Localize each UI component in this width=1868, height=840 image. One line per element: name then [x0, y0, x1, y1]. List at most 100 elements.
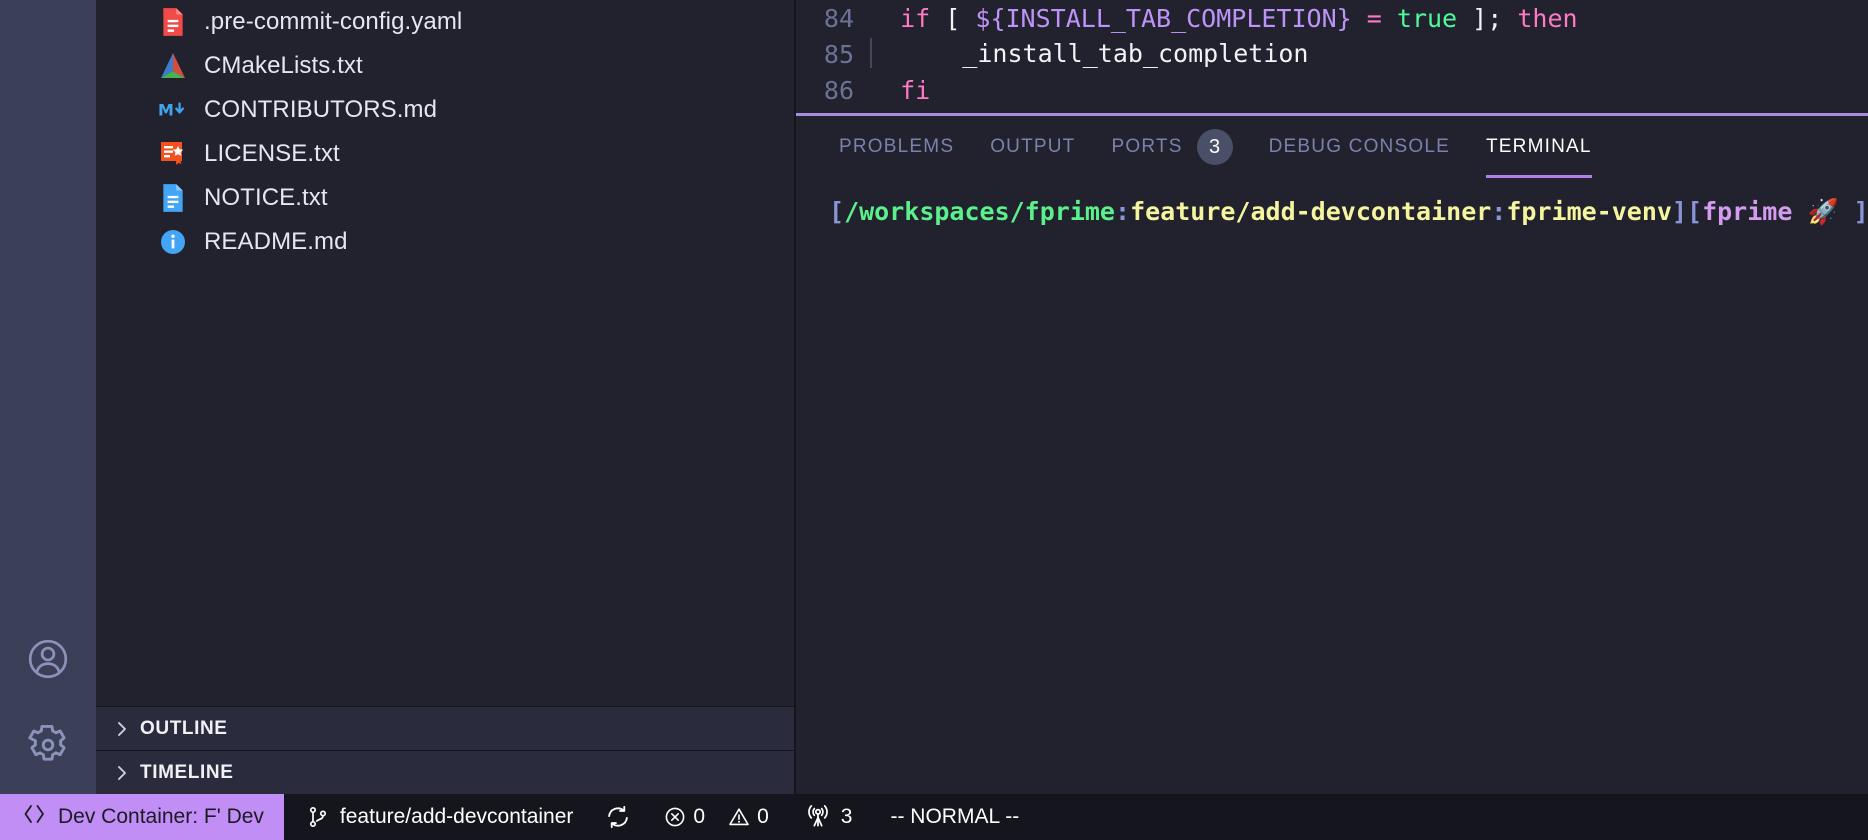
line-content: _install_tab_completion: [870, 37, 1309, 70]
code-editor[interactable]: 84 if [ ${INSTALL_TAB_COMPLETION} = true…: [796, 0, 1868, 113]
yaml-file-icon: [158, 7, 188, 37]
file-name: LICENSE.txt: [204, 140, 340, 167]
source-control-branch-icon: [306, 805, 330, 829]
list-item[interactable]: NOTICE.txt: [96, 176, 796, 220]
tab-label: TERMINAL: [1485, 136, 1592, 157]
code-token: [: [945, 3, 961, 33]
status-item-problems[interactable]: 0 0: [647, 794, 784, 840]
gear-icon[interactable]: [0, 698, 96, 794]
rocket-icon: [1792, 197, 1807, 226]
tab-label: OUTPUT: [990, 136, 1076, 157]
error-circle-icon: [663, 805, 687, 829]
sync-icon: [605, 804, 631, 830]
code-line: 84 if [ ${INSTALL_TAB_COMPLETION} = true…: [796, 0, 1868, 36]
explorer-sidebar: .pre-commit-config.yaml CMakeLists.txt M…: [96, 0, 796, 794]
panel-tab-list: PROBLEMS OUTPUT PORTS 3 DEBUG CONSOLE TE…: [796, 116, 1628, 178]
activity-bar: [0, 0, 96, 794]
file-name: CONTRIBUTORS.md: [204, 96, 438, 123]
file-name: README.md: [204, 228, 348, 255]
tab-ports[interactable]: PORTS 3: [1112, 116, 1233, 178]
tab-output[interactable]: OUTPUT: [990, 116, 1075, 178]
status-item-ports[interactable]: 3: [785, 794, 869, 840]
info-file-icon: [158, 227, 188, 257]
tab-debug-console[interactable]: DEBUG CONSOLE: [1269, 116, 1450, 178]
warning-triangle-icon: [727, 805, 751, 829]
list-item[interactable]: README.md: [96, 220, 796, 264]
cmake-file-icon: [158, 51, 188, 81]
line-content: if [ ${INSTALL_TAB_COMPLETION} = true ];…: [870, 3, 1577, 33]
code-token: =: [1366, 3, 1382, 33]
code-token: ];: [1472, 3, 1503, 33]
ports-count: 3: [840, 805, 853, 828]
status-bar: Dev Container: F' Dev feature/add-devcon…: [0, 794, 1868, 840]
sidebar-collapsed-panes: OUTLINE TIMELINE: [96, 706, 796, 794]
rocket-emoji: 🚀: [1807, 197, 1839, 226]
terminal-env: fprime: [1702, 197, 1793, 226]
indent-guide: [870, 37, 872, 68]
terminal-bracket: ]: [1853, 197, 1868, 226]
bottom-panel: PROBLEMS OUTPUT PORTS 3 DEBUG CONSOLE TE…: [796, 113, 1868, 794]
list-item[interactable]: .pre-commit-config.yaml: [96, 0, 796, 44]
tab-problems[interactable]: PROBLEMS: [839, 116, 954, 178]
error-count: 0: [693, 805, 706, 828]
markdown-file-icon: M: [158, 95, 188, 125]
tab-label: DEBUG CONSOLE: [1268, 136, 1450, 157]
line-number: 85: [823, 39, 854, 69]
account-icon[interactable]: [0, 620, 96, 698]
terminal-bracket: [: [1687, 197, 1703, 226]
status-item-remote[interactable]: Dev Container: F' Dev: [0, 794, 284, 840]
tab-label: PROBLEMS: [839, 136, 955, 157]
line-content: fi: [870, 76, 930, 105]
terminal-output[interactable]: [/workspaces/fprime:feature/add-devconta…: [796, 178, 1868, 794]
tab-label: PORTS: [1111, 136, 1183, 157]
sidebar-item-timeline[interactable]: TIMELINE: [96, 750, 796, 794]
file-name: .pre-commit-config.yaml: [204, 8, 463, 35]
terminal-bracket: [1839, 197, 1854, 226]
status-item-editor-mode[interactable]: -- NORMAL --: [868, 794, 1035, 840]
list-item[interactable]: CMakeLists.txt: [96, 44, 796, 88]
svg-text:M: M: [158, 101, 174, 120]
status-item-sync[interactable]: [589, 794, 647, 840]
list-item[interactable]: LICENSE.txt: [96, 132, 796, 176]
branch-label: feature/add-devcontainer: [339, 805, 574, 828]
line-number: 84: [823, 3, 854, 33]
file-name: NOTICE.txt: [204, 184, 328, 211]
error-group: 0: [663, 805, 705, 829]
terminal-venv: fprime-venv: [1506, 197, 1672, 226]
terminal-bracket: ]: [1671, 197, 1687, 226]
warning-group: 0: [727, 805, 769, 829]
remote-explorer-icon: [22, 802, 46, 832]
pane-label: OUTLINE: [140, 717, 228, 739]
code-token: if: [900, 3, 931, 33]
chevron-right-icon: [114, 719, 140, 739]
list-item[interactable]: M CONTRIBUTORS.md: [96, 88, 796, 132]
tab-terminal[interactable]: TERMINAL: [1485, 116, 1592, 178]
code-line: 85 _install_tab_completion: [796, 36, 1868, 72]
license-file-icon: [158, 139, 188, 169]
radio-tower-icon: [805, 804, 831, 830]
code-token: fi: [900, 75, 931, 105]
sidebar-item-outline[interactable]: OUTLINE: [96, 706, 796, 750]
code-token: _install_tab_completion: [872, 38, 1309, 68]
explorer-file-list: .pre-commit-config.yaml CMakeLists.txt M…: [96, 0, 796, 264]
code-line: 86 fi: [796, 72, 1868, 108]
file-name: CMakeLists.txt: [204, 52, 363, 79]
terminal-path: /workspaces/fprime: [844, 197, 1115, 226]
terminal-separator: :: [1491, 197, 1507, 226]
remote-label: Dev Container: F' Dev: [58, 805, 264, 828]
line-number: 86: [823, 75, 854, 105]
vscode-window: .pre-commit-config.yaml CMakeLists.txt M…: [0, 0, 1868, 840]
ports-count-badge: 3: [1196, 129, 1233, 165]
status-item-branch[interactable]: feature/add-devcontainer: [284, 794, 590, 840]
editor-mode-label: -- NORMAL --: [890, 805, 1020, 828]
terminal-bracket: [: [829, 197, 845, 226]
warning-count: 0: [757, 805, 769, 828]
